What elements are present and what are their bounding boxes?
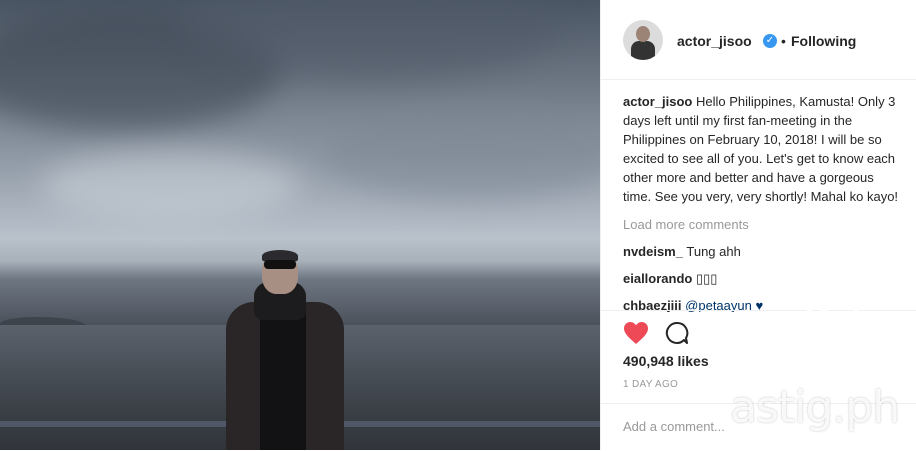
post-header: actor_jisoo ✓ • Following — [601, 0, 916, 80]
add-comment-input[interactable] — [621, 412, 895, 440]
person-figure — [222, 250, 348, 450]
comment-item: nvdeism_ Tung ahh — [623, 242, 903, 261]
cloud — [320, 110, 600, 200]
avatar-face — [636, 26, 650, 42]
sunglasses — [264, 260, 296, 269]
comments-list[interactable]: actor_jisoo Hello Philippines, Kamusta! … — [623, 92, 903, 312]
likes-count[interactable]: 490,948 likes — [623, 353, 709, 369]
comment-bubble-icon[interactable] — [665, 321, 689, 345]
separator-dot: • — [781, 33, 786, 49]
instagram-post: actor_jisoo ✓ • Following actor_jisoo He… — [0, 0, 916, 450]
hoodie — [260, 310, 306, 450]
caption: actor_jisoo Hello Philippines, Kamusta! … — [623, 92, 903, 206]
avatar-body — [631, 41, 655, 60]
post-timestamp[interactable]: 1 DAY AGO — [623, 379, 678, 390]
comment-username[interactable]: nvdeism_ — [623, 244, 683, 259]
following-button[interactable]: Following — [791, 33, 856, 49]
comment-text: ▯▯▯ — [695, 271, 718, 286]
add-comment-box — [601, 403, 916, 451]
caption-username[interactable]: actor_jisoo — [623, 94, 692, 109]
post-photo[interactable] — [0, 0, 600, 450]
comment-item: eiallorando ▯▯▯ — [623, 269, 903, 288]
post-sidebar: actor_jisoo ✓ • Following actor_jisoo He… — [600, 0, 916, 450]
verified-badge-icon: ✓ — [763, 34, 777, 48]
caption-text: Hello Philippines, Kamusta! Only 3 days … — [623, 94, 899, 204]
post-actions: 490,948 likes 1 DAY AGO — [601, 310, 916, 450]
comment-username[interactable]: eiallorando — [623, 271, 692, 286]
cloud — [40, 150, 300, 220]
comment-text: Tung ahh — [686, 244, 741, 259]
heart-icon[interactable] — [623, 321, 649, 345]
username-link[interactable]: actor_jisoo — [677, 33, 752, 49]
load-more-comments-link[interactable]: Load more comments — [623, 215, 903, 234]
avatar[interactable] — [623, 20, 663, 60]
